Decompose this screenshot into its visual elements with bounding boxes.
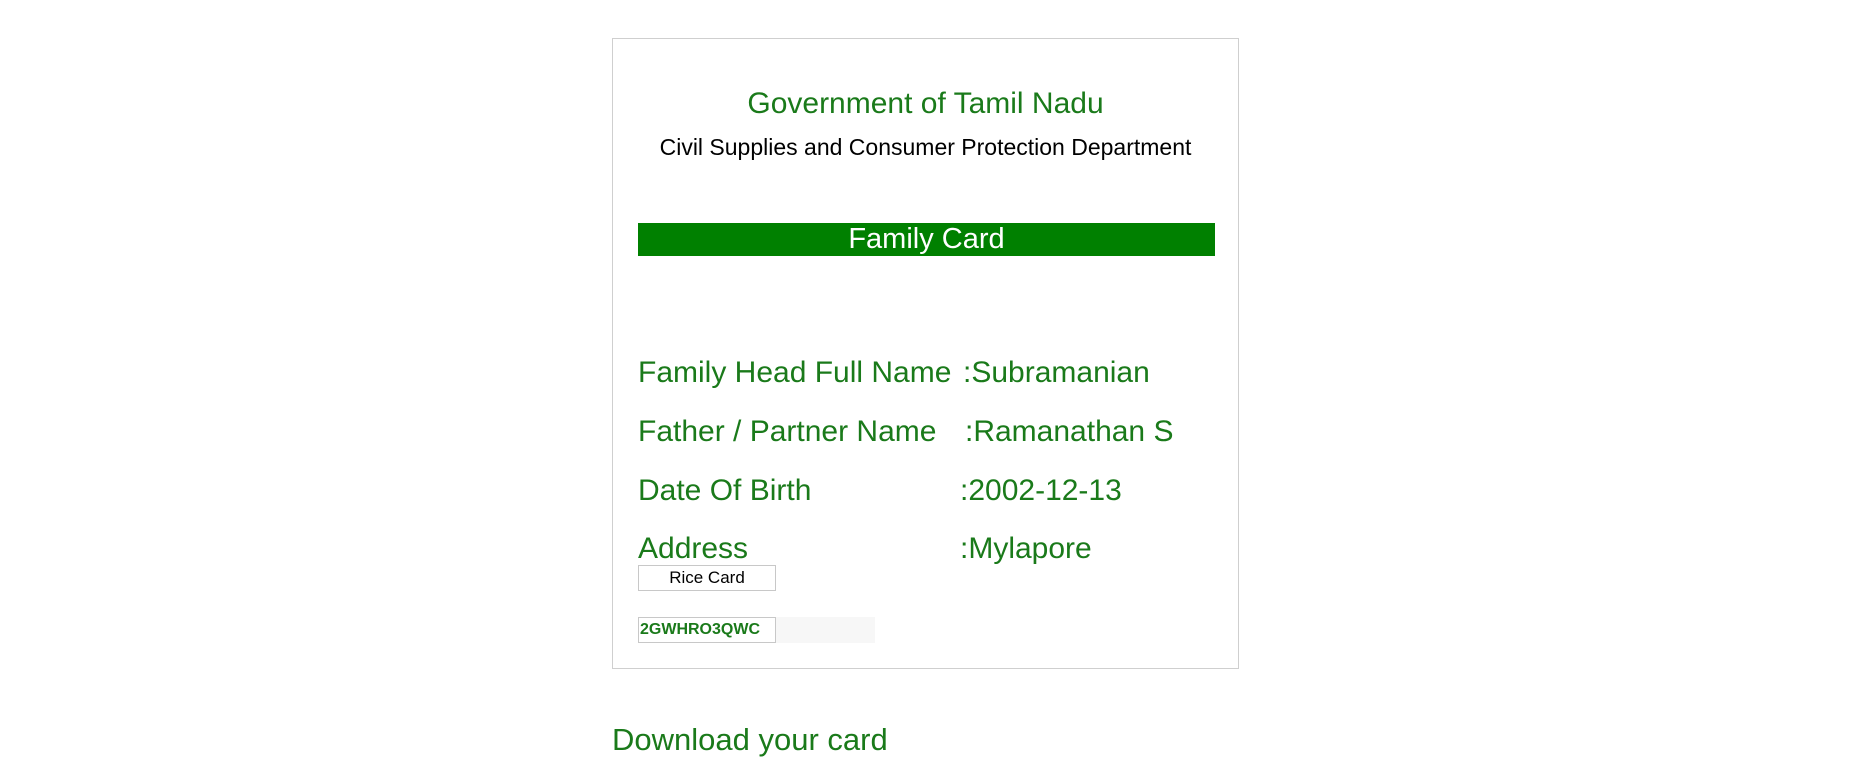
field-value: :2002-12-13 — [960, 474, 1122, 507]
field-value: :Subramanian — [963, 356, 1150, 389]
field-value: :Mylapore — [960, 532, 1092, 565]
field-row-date-of-birth: Date Of Birth :2002-12-13 — [638, 471, 1198, 511]
field-label: Address — [638, 532, 749, 565]
rice-card-button[interactable]: Rice Card — [638, 565, 776, 591]
field-row-father-partner: Father / Partner Name :Ramanathan S — [638, 412, 1198, 452]
card-code: 2GWHRO3QWC — [638, 617, 776, 643]
family-card-banner: Family Card — [638, 223, 1215, 256]
card-code-extension — [776, 617, 875, 643]
field-row-address: Address :Mylapore — [638, 529, 1198, 569]
download-card-link[interactable]: Download your card — [612, 722, 888, 758]
department-title: Civil Supplies and Consumer Protection D… — [659, 134, 1192, 160]
government-title: Government of Tamil Nadu — [747, 87, 1104, 120]
family-card: Government of Tamil Nadu Civil Supplies … — [612, 38, 1239, 669]
field-row-family-head: Family Head Full Name :Subramanian — [638, 353, 1198, 393]
field-value: :Ramanathan S — [965, 415, 1174, 448]
field-label: Father / Partner Name — [638, 415, 937, 448]
field-label: Family Head Full Name — [638, 356, 952, 389]
field-label: Date Of Birth — [638, 474, 812, 507]
